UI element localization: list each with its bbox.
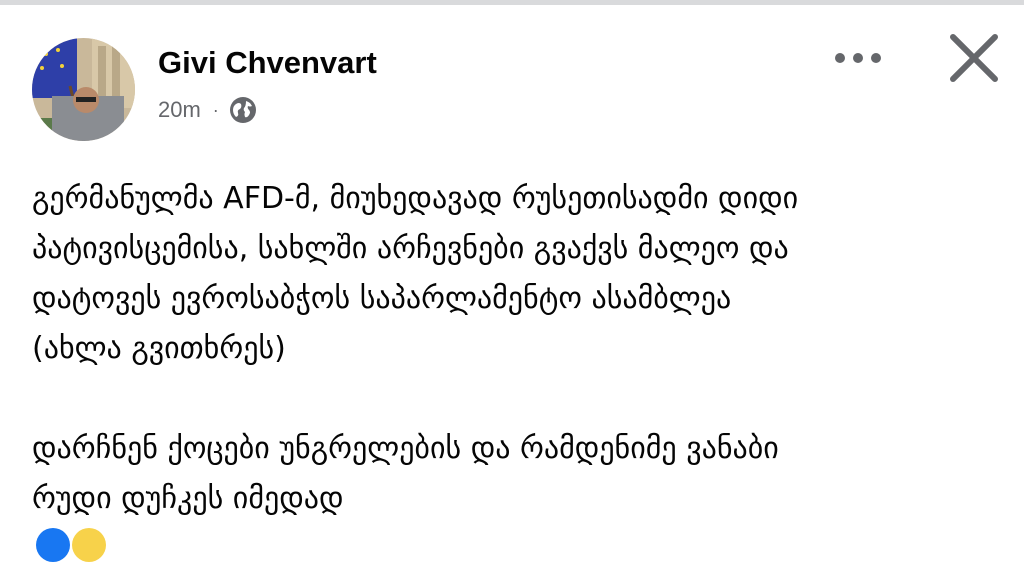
like-icon (36, 528, 70, 562)
post-line: (ახლა გვითხრეს) (32, 331, 286, 366)
post-line: დარჩნენ ქოცები უნგრელების და რამდენიმე ვ… (32, 431, 779, 466)
haha-icon (72, 528, 106, 562)
post-text: გერმანულმა AFD-მ, მიუხედავად რუსეთისადმი… (32, 174, 992, 524)
post-line: რუდი დუჩკეს იმედად (32, 481, 344, 516)
close-button[interactable] (944, 28, 1004, 88)
post-line: დატოვეს ევროსაბჭოს საპარლამენტო ასამბლეა (32, 281, 732, 316)
more-dots-icon (835, 53, 881, 63)
avatar[interactable] (32, 38, 135, 141)
globe-icon (229, 96, 257, 124)
post-paragraph: გერმანულმა AFD-მ, მიუხედავად რუსეთისადმი… (32, 174, 992, 374)
post-paragraph: დარჩნენ ქოცები უნგრელების და რამდენიმე ვ… (32, 424, 992, 524)
author-name[interactable]: Givi Chvenvart (158, 43, 377, 83)
post-line: გერმანულმა AFD-მ, მიუხედავად რუსეთისადმი… (32, 181, 799, 216)
close-icon (950, 34, 998, 82)
post-timestamp[interactable]: 20m (158, 97, 201, 123)
post-line: პატივისცემისა, სახლში არჩევნები გვაქვს მ… (32, 231, 789, 266)
post-header: Givi Chvenvart 20m · (0, 0, 1024, 150)
avatar-photo (32, 38, 135, 141)
meta-separator: · (212, 99, 219, 120)
post-meta: 20m · (158, 94, 257, 126)
reaction-summary[interactable] (32, 528, 132, 562)
more-options-button[interactable] (828, 40, 888, 76)
